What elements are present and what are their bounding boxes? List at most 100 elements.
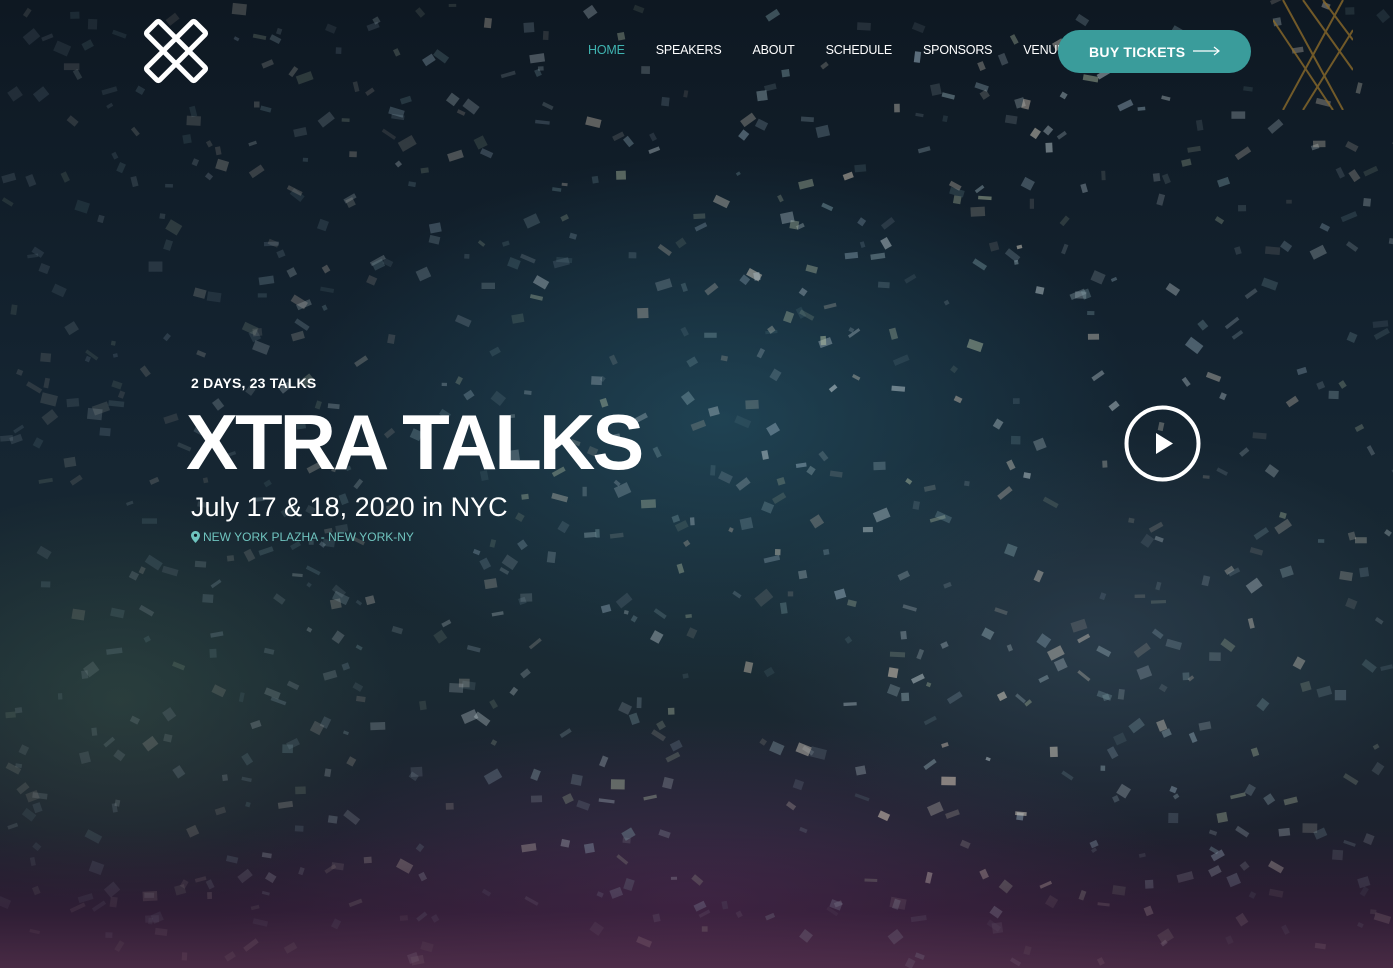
confetti-piece xyxy=(911,21,926,34)
confetti-piece xyxy=(163,733,173,743)
confetti-piece xyxy=(472,548,481,556)
confetti-piece xyxy=(675,237,687,249)
play-circle-icon[interactable] xyxy=(1124,405,1201,482)
confetti-piece xyxy=(656,720,666,731)
confetti-piece xyxy=(1209,652,1221,661)
confetti-piece xyxy=(101,86,118,96)
confetti-piece xyxy=(70,11,80,19)
confetti-piece xyxy=(321,304,328,311)
nav-speakers[interactable]: SPEAKERS xyxy=(656,42,722,58)
confetti-piece xyxy=(491,611,504,617)
confetti-piece xyxy=(694,222,708,232)
confetti-piece xyxy=(591,376,603,386)
confetti-piece xyxy=(889,651,906,658)
confetti-piece xyxy=(1077,670,1091,682)
confetti-piece xyxy=(1376,8,1391,24)
confetti-piece xyxy=(43,377,51,389)
confetti-piece xyxy=(779,602,788,614)
nav-sponsors[interactable]: SPONSORS xyxy=(923,42,992,58)
confetti-piece xyxy=(1279,511,1287,519)
confetti-piece xyxy=(415,266,432,282)
confetti-piece xyxy=(941,776,956,786)
confetti-piece xyxy=(1165,638,1183,651)
confetti-piece xyxy=(1202,475,1210,479)
confetti-piece xyxy=(964,480,970,487)
confetti-piece xyxy=(1016,244,1023,250)
nav-schedule[interactable]: SCHEDULE xyxy=(826,42,893,58)
confetti-piece xyxy=(591,175,599,184)
confetti-piece xyxy=(1274,518,1293,535)
confetti-piece xyxy=(489,699,498,710)
confetti-piece xyxy=(1136,665,1153,680)
nav-about[interactable]: ABOUT xyxy=(753,42,795,58)
confetti-piece xyxy=(728,527,734,533)
buy-tickets-button[interactable]: BUY TICKETS xyxy=(1058,30,1251,73)
confetti-piece xyxy=(584,531,597,538)
confetti-piece xyxy=(210,631,224,638)
confetti-piece xyxy=(22,28,41,46)
confetti-piece xyxy=(276,27,283,35)
confetti-piece xyxy=(756,90,768,102)
confetti-piece xyxy=(295,71,314,85)
confetti-piece xyxy=(448,3,457,7)
confetti-piece xyxy=(710,465,716,476)
main-nav: HOME SPEAKERS ABOUT SCHEDULE SPONSORS VE… xyxy=(588,42,1066,58)
confetti-piece xyxy=(317,111,335,128)
confetti-piece xyxy=(455,376,463,386)
confetti-piece xyxy=(1108,400,1120,412)
confetti-piece xyxy=(1,197,14,207)
confetti-piece xyxy=(916,648,925,660)
confetti-piece xyxy=(996,691,1008,702)
confetti-piece xyxy=(41,409,59,426)
confetti-piece xyxy=(910,673,925,684)
confetti-piece xyxy=(32,86,50,103)
confetti-piece xyxy=(1004,543,1018,557)
confetti-piece xyxy=(248,140,258,147)
confetti-piece xyxy=(1006,644,1013,652)
confetti-piece xyxy=(391,625,404,635)
confetti-piece xyxy=(529,53,546,64)
confetti-piece xyxy=(286,680,300,691)
confetti-piece xyxy=(693,213,706,220)
confetti-piece xyxy=(484,578,498,590)
confetti-piece xyxy=(1056,130,1067,140)
confetti-piece xyxy=(1102,460,1108,468)
confetti-piece xyxy=(87,18,98,30)
confetti-piece xyxy=(1335,166,1346,179)
confetti-piece xyxy=(735,477,751,491)
confetti-piece xyxy=(206,291,222,303)
x-logo-icon[interactable] xyxy=(140,15,212,87)
confetti-piece xyxy=(189,105,198,118)
confetti-piece xyxy=(745,399,759,410)
confetti-piece xyxy=(535,119,550,125)
confetti-piece xyxy=(686,356,699,368)
confetti-piece xyxy=(1224,316,1240,330)
confetti-piece xyxy=(974,82,989,92)
confetti-piece xyxy=(324,768,332,778)
confetti-piece xyxy=(99,427,111,437)
confetti-piece xyxy=(940,641,949,649)
confetti-piece xyxy=(130,175,139,188)
confetti-piece xyxy=(761,501,775,514)
nav-home[interactable]: HOME xyxy=(588,42,625,58)
confetti-piece xyxy=(116,162,126,174)
confetti-piece xyxy=(925,682,932,688)
confetti-piece xyxy=(1140,533,1155,548)
confetti-piece xyxy=(652,446,662,459)
confetti-piece xyxy=(282,744,293,754)
confetti-piece xyxy=(365,595,376,606)
confetti-piece xyxy=(79,751,91,764)
confetti-piece xyxy=(877,810,891,822)
confetti-piece xyxy=(211,684,227,698)
confetti-piece xyxy=(410,766,423,777)
confetti-piece xyxy=(641,66,650,74)
confetti-piece xyxy=(1112,795,1120,803)
confetti-piece xyxy=(501,240,510,247)
confetti-piece xyxy=(148,261,163,272)
confetti-piece xyxy=(64,321,79,336)
confetti-piece xyxy=(880,216,896,230)
confetti-piece xyxy=(523,213,541,229)
confetti-piece xyxy=(674,520,689,532)
confetti-piece xyxy=(657,243,672,257)
confetti-piece xyxy=(530,768,541,781)
